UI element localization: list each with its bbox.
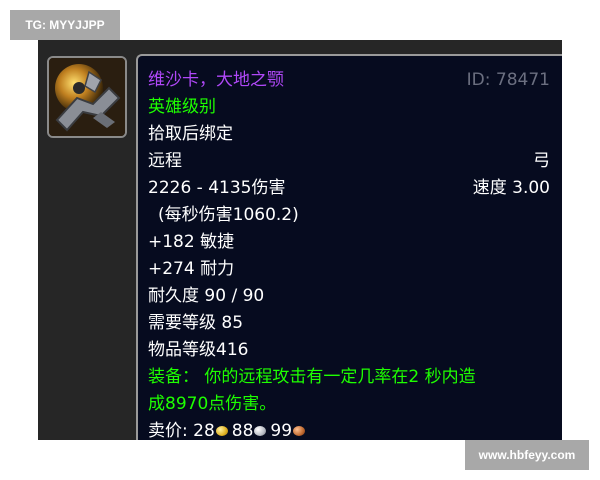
item-binding: 拾取后绑定 bbox=[148, 124, 233, 144]
item-equip-effect-line1: 装备： 你的远程攻击有一定几率在2 秒内造 bbox=[148, 367, 476, 387]
sell-gold-amount: 28 bbox=[193, 421, 215, 441]
sell-copper-amount: 99 bbox=[270, 421, 293, 441]
item-stat-agility: +182 敏捷 bbox=[148, 232, 235, 252]
copper-coin-icon bbox=[293, 426, 306, 436]
item-icon-slot[interactable] bbox=[47, 56, 127, 138]
item-weapon-type: 弓 bbox=[533, 151, 550, 171]
item-id: ID: 78471 bbox=[466, 70, 550, 90]
item-dps: (每秒伤害1060.2) bbox=[158, 205, 299, 225]
item-slot: 远程 bbox=[148, 151, 182, 171]
item-tooltip: 维沙卡，大地之颚 ID: 78471 英雄级别 拾取后绑定 远程 弓 2226 … bbox=[136, 54, 562, 443]
item-speed: 速度 3.00 bbox=[472, 178, 550, 198]
sell-silver-amount: 88 bbox=[231, 421, 254, 441]
crossbow-weapon-icon bbox=[49, 58, 125, 136]
watermark-top-label: TG: MYYJJPP bbox=[10, 10, 120, 40]
silver-coin-icon bbox=[254, 426, 267, 436]
sell-price-label: 卖价: bbox=[148, 421, 194, 441]
item-durability: 耐久度 90 / 90 bbox=[148, 286, 265, 306]
item-quality: 英雄级别 bbox=[148, 97, 216, 117]
item-equip-effect-line2: 成8970点伤害。 bbox=[148, 394, 277, 414]
item-stat-stamina: +274 耐力 bbox=[148, 259, 235, 279]
gold-coin-icon bbox=[215, 426, 228, 436]
item-damage: 2226 - 4135伤害 bbox=[148, 178, 286, 198]
item-level: 物品等级416 bbox=[148, 340, 249, 360]
item-required-level: 需要等级 85 bbox=[148, 313, 244, 333]
item-name: 维沙卡，大地之颚 bbox=[148, 70, 284, 90]
watermark-bottom-label: www.hbfeyy.com bbox=[465, 440, 589, 470]
item-sell-price: 卖价: 28 88 99 bbox=[148, 419, 309, 443]
